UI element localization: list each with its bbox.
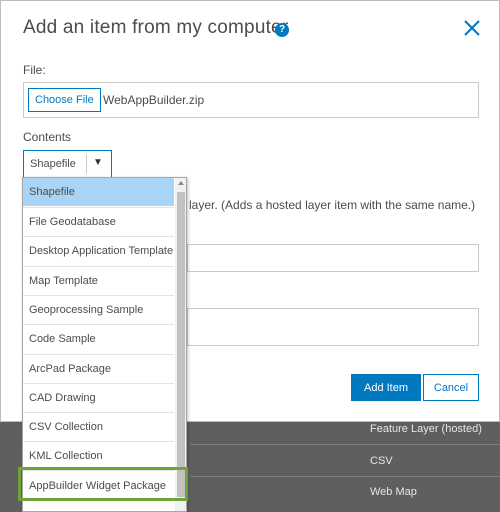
dropdown-option-appbuilder-widget-package[interactable]: AppBuilder Widget Package [23,472,174,500]
contents-select-value: Shapefile [30,158,76,170]
file-field: Choose File WebAppBuilder.zip [23,82,479,118]
dropdown-option-desktop-application-template[interactable]: Desktop Application Template [23,237,174,265]
dropdown-option-cad-drawing[interactable]: CAD Drawing [23,384,174,412]
scrollbar-thumb[interactable] [177,192,185,497]
dropdown-option-file-geodatabase[interactable]: File Geodatabase [23,208,174,236]
chevron-down-icon[interactable]: ▼ [93,157,103,168]
background-row-type: CSV [370,455,393,467]
contents-dropdown-list[interactable]: Shapefile File Geodatabase Desktop Appli… [22,177,187,512]
background-row-type: Web Map [370,486,417,498]
scroll-up-arrow-icon[interactable] [178,181,184,185]
add-item-button[interactable]: Add Item [351,374,421,401]
dropdown-option-arcpad-package[interactable]: ArcPad Package [23,355,174,383]
help-icon[interactable]: ? [275,23,289,37]
title-input[interactable] [187,244,479,272]
contents-select[interactable]: Shapefile ▼ [23,150,112,178]
file-label: File: [23,63,46,77]
publish-description: layer. (Adds a hosted layer item with th… [189,198,476,212]
background-divider [190,476,500,477]
background-divider [190,444,500,445]
tags-input[interactable] [187,308,479,346]
close-icon[interactable] [461,17,483,39]
choose-file-button[interactable]: Choose File [28,88,101,112]
dropdown-option-code-sample[interactable]: Code Sample [23,325,174,353]
dropdown-option-csv-collection[interactable]: CSV Collection [23,413,174,441]
background-row-type: Feature Layer (hosted) [370,423,482,435]
contents-label: Contents [23,130,72,144]
dropdown-scrollbar[interactable] [175,178,186,511]
dropdown-option-map-template[interactable]: Map Template [23,267,174,295]
dropdown-option-shapefile[interactable]: Shapefile [23,178,174,206]
cancel-button[interactable]: Cancel [423,374,479,401]
dropdown-option-kml-collection[interactable]: KML Collection [23,442,174,470]
selected-file-name: WebAppBuilder.zip [103,93,205,107]
dialog-title: Add an item from my computer [23,17,289,38]
select-separator [86,154,87,174]
dropdown-option-geoprocessing-sample[interactable]: Geoprocessing Sample [23,296,174,324]
dropdown-divider [23,470,174,471]
